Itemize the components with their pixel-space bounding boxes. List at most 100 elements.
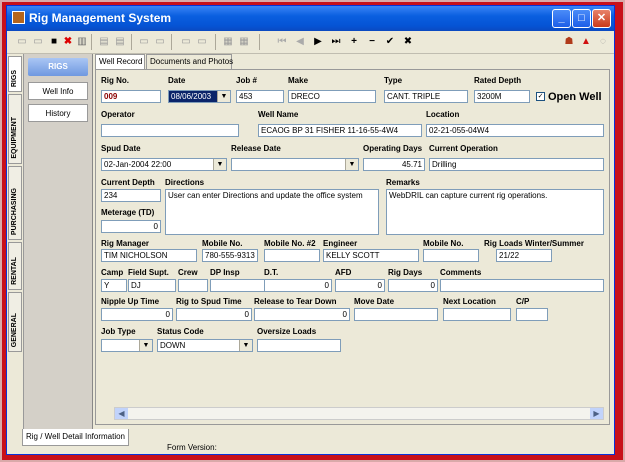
first-record-icon[interactable]: ⏮: [275, 35, 289, 49]
rig-manager-field[interactable]: TIM NICHOLSON: [101, 249, 197, 262]
confirm-icon[interactable]: ✔: [383, 35, 397, 49]
current-depth-field[interactable]: 234: [101, 189, 161, 202]
last-record-icon[interactable]: ⏭: [329, 35, 343, 49]
status-tab-detail[interactable]: Rig / Well Detail Information: [22, 429, 129, 446]
move-date-field[interactable]: [354, 308, 438, 321]
remove-record-icon[interactable]: −: [365, 35, 379, 49]
rated-depth-field[interactable]: 3200M: [474, 90, 530, 103]
operator-field[interactable]: [101, 124, 239, 137]
type-field[interactable]: CANT. TRIPLE: [384, 90, 468, 103]
side-tab-rental[interactable]: RENTAL: [8, 242, 22, 290]
new-icon[interactable]: ▭: [15, 35, 29, 49]
side-tab-purchasing[interactable]: PURCHASING: [8, 166, 22, 240]
nav-item-history[interactable]: History: [28, 104, 88, 122]
table-icon[interactable]: ▦: [237, 35, 251, 49]
close-button[interactable]: ✕: [592, 9, 611, 28]
remarks-label: Remarks: [386, 178, 420, 187]
options-icon[interactable]: ◌: [596, 35, 610, 49]
job-type-field[interactable]: ▼: [101, 339, 153, 352]
chevron-down-icon[interactable]: ▼: [239, 340, 252, 351]
current-depth-label: Current Depth: [101, 178, 155, 187]
print-icon[interactable]: ▤: [97, 35, 111, 49]
mobile-no-field[interactable]: 780-555-9313: [202, 249, 258, 262]
status-code-field[interactable]: DOWN ▼: [157, 339, 253, 352]
grid-icon[interactable]: ▦: [221, 35, 235, 49]
date-field[interactable]: 08/06/2003 ▼: [168, 90, 231, 103]
release-date-label: Release Date: [231, 144, 281, 153]
scroll-right-icon[interactable]: ▶: [590, 408, 603, 419]
next-record-icon[interactable]: ▶: [311, 35, 325, 49]
rig-no-field[interactable]: 009: [101, 90, 161, 103]
rig-loads-field[interactable]: 21/22: [496, 249, 552, 262]
alert-icon[interactable]: ▲: [579, 35, 593, 49]
dt-field[interactable]: 0: [264, 279, 332, 292]
trash-icon[interactable]: ▥: [75, 35, 89, 49]
mobile-no2-field[interactable]: [264, 249, 320, 262]
chevron-down-icon[interactable]: ▼: [139, 340, 152, 351]
rig-days-field[interactable]: 0: [388, 279, 438, 292]
directions-field[interactable]: User can enter Directions and update the…: [165, 189, 379, 235]
engineer-mobile-field[interactable]: [423, 249, 479, 262]
maximize-button[interactable]: □: [572, 9, 591, 28]
location-field[interactable]: 02-21-055-04W4: [426, 124, 604, 137]
well-name-field[interactable]: ECAOG BP 31 FISHER 11-16-55-4W4: [258, 124, 422, 137]
toolbar-separator: [259, 34, 260, 50]
module-tabs: RIGS EQUIPMENT PURCHASING RENTAL GENERAL: [7, 54, 24, 430]
side-tab-general[interactable]: GENERAL: [8, 292, 22, 352]
nipple-up-time-field[interactable]: 0: [101, 308, 173, 321]
oversize-loads-field[interactable]: [257, 339, 341, 352]
cancel-icon[interactable]: ✖: [401, 35, 415, 49]
side-tab-equipment[interactable]: EQUIPMENT: [8, 94, 22, 164]
add-record-icon[interactable]: +: [347, 35, 361, 49]
exit-icon[interactable]: ☗: [562, 35, 576, 49]
tab-well-record[interactable]: Well Record: [95, 54, 145, 69]
make-field[interactable]: DRECO: [288, 90, 376, 103]
release-to-tear-down-field[interactable]: 0: [254, 308, 350, 321]
next-location-field[interactable]: [443, 308, 511, 321]
chevron-down-icon[interactable]: ▼: [217, 91, 230, 102]
save-icon[interactable]: ■: [47, 35, 61, 49]
well-record-form: Rig No. 009 Date 08/06/2003 ▼ Job # 453 M…: [95, 69, 610, 425]
preview-icon[interactable]: ▤: [113, 35, 127, 49]
cut-icon[interactable]: ▭: [137, 35, 151, 49]
rig-no-label: Rig No.: [101, 76, 129, 85]
current-operation-field[interactable]: Drilling: [429, 158, 604, 171]
move-date-label: Move Date: [354, 297, 395, 306]
find-icon[interactable]: ▭: [195, 35, 209, 49]
horizontal-scrollbar[interactable]: ◀ ▶: [114, 407, 604, 420]
field-supt-field[interactable]: DJ: [128, 279, 176, 292]
job-no-field[interactable]: 453: [236, 90, 284, 103]
paste-icon[interactable]: ▭: [179, 35, 193, 49]
cp-field[interactable]: [516, 308, 548, 321]
form-version: Form Version:: [167, 443, 217, 452]
chevron-down-icon[interactable]: ▼: [345, 159, 358, 170]
previous-record-icon[interactable]: ◀: [293, 35, 307, 49]
side-tab-rigs[interactable]: RIGS: [8, 56, 22, 92]
nav-item-well-info[interactable]: Well Info: [28, 82, 88, 100]
toolbar: ▭ ▭ ■ ✖ ▥ ▤ ▤ ▭ ▭ ▭ ▭ ▦ ▦ ⏮ ◀ ▶ ⏭ + − ✔ …: [7, 31, 614, 54]
camp-field[interactable]: Y: [101, 279, 127, 292]
delete-icon[interactable]: ✖: [61, 35, 75, 49]
comments-field[interactable]: [440, 279, 604, 292]
status-code-label: Status Code: [157, 327, 204, 336]
rig-to-spud-time-field[interactable]: 0: [176, 308, 252, 321]
chevron-down-icon[interactable]: ▼: [213, 159, 226, 170]
meterage-field[interactable]: 0: [101, 220, 161, 233]
minimize-button[interactable]: _: [552, 9, 571, 28]
open-well-checkbox[interactable]: ✓: [536, 92, 545, 101]
spud-date-field[interactable]: 02-Jan-2004 22:00 ▼: [101, 158, 227, 171]
remarks-field[interactable]: WebDRIL can capture current rig operatio…: [386, 189, 604, 235]
copy-icon[interactable]: ▭: [153, 35, 167, 49]
nipple-up-time-label: Nipple Up Time: [101, 297, 160, 306]
release-date-field[interactable]: ▼: [231, 158, 359, 171]
title-bar[interactable]: Rig Management System _ □ ✕: [7, 6, 614, 31]
cp-label: C/P: [516, 297, 530, 306]
open-icon[interactable]: ▭: [31, 35, 45, 49]
engineer-field[interactable]: KELLY SCOTT: [323, 249, 419, 262]
operating-days-field[interactable]: 45.71: [363, 158, 425, 171]
crew-field[interactable]: [178, 279, 208, 292]
scroll-left-icon[interactable]: ◀: [115, 408, 128, 419]
tab-documents-photos[interactable]: Documents and Photos: [146, 54, 233, 69]
afd-field[interactable]: 0: [335, 279, 385, 292]
rated-depth-label: Rated Depth: [474, 76, 522, 85]
